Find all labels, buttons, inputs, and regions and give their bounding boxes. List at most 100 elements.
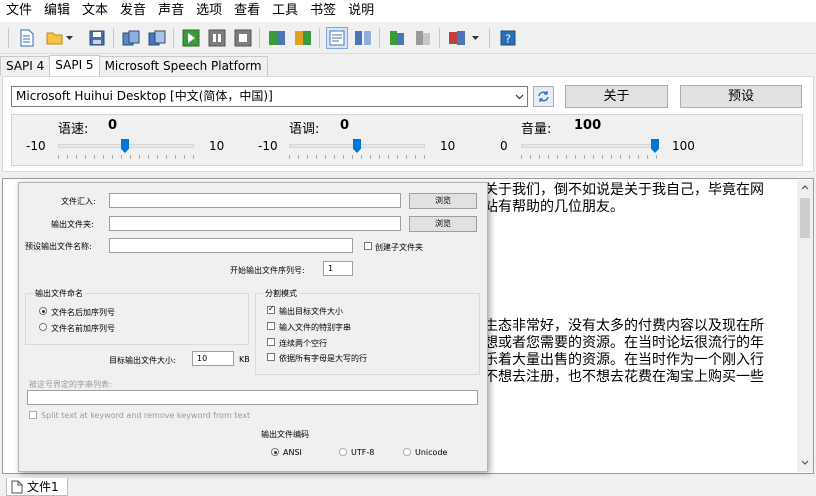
text-options-icon[interactable] [326, 27, 348, 49]
tab-sapi4[interactable]: SAPI 4 [0, 56, 51, 76]
naming-radio-prefix[interactable] [39, 323, 47, 331]
menu-item[interactable]: 发音 [114, 0, 152, 22]
toolbar-separator [379, 28, 380, 48]
text-line: 生态非常好，没有太多的付费内容以及现在所 [484, 318, 764, 334]
toolbar-separator [319, 28, 320, 48]
scrollbar-thumb[interactable] [800, 198, 810, 238]
naming-group [25, 293, 249, 345]
about-button[interactable]: 关于 [565, 85, 668, 108]
pause-icon[interactable] [206, 27, 228, 49]
file-tab-label: 文件1 [27, 480, 59, 494]
voice-dropdown[interactable]: Microsoft Huihui Desktop [中文(简体，中国)] [11, 86, 528, 107]
menu-item[interactable]: 声音 [152, 0, 190, 22]
menu-item[interactable]: 书签 [304, 0, 342, 22]
encoding-ansi-label: ANSI [283, 448, 302, 457]
output-folder-input[interactable] [109, 216, 401, 231]
voice-settings-icon[interactable] [266, 27, 288, 49]
default-name-input[interactable] [109, 238, 353, 253]
bookmark-list-icon[interactable] [412, 27, 434, 49]
speak-to-file-icon[interactable] [120, 27, 142, 49]
volume-slider[interactable] [521, 144, 659, 148]
open-dropdown-icon[interactable] [64, 27, 74, 49]
scroll-up-icon[interactable] [801, 184, 809, 190]
tab-sapi5[interactable]: SAPI 5 [49, 55, 100, 76]
rate-ticks [58, 155, 195, 159]
text-line: 站有帮助的几位朋友。 [484, 199, 624, 215]
scroll-down-icon[interactable] [801, 460, 809, 466]
menu-bar: 文件 编辑 文本 发音 声音 选项 查看 工具 书签 说明 [0, 0, 816, 22]
volume-ticks [521, 155, 660, 159]
target-size-unit: KB [239, 355, 250, 364]
menu-item[interactable]: 文本 [76, 0, 114, 22]
pronunciation-icon[interactable] [292, 27, 314, 49]
target-size-label: 目标输出文件大小: [109, 356, 176, 365]
split-uppercase-checkbox[interactable] [267, 353, 275, 361]
rate-label: 语速: [58, 122, 89, 137]
menu-item[interactable]: 文件 [0, 0, 38, 22]
create-subfolder-checkbox[interactable] [364, 242, 372, 250]
menu-item[interactable]: 查看 [228, 0, 266, 22]
naming-radio-suffix[interactable] [39, 307, 47, 315]
refresh-icon [538, 91, 549, 102]
volume-min: 0 [500, 139, 508, 153]
toolbar: ? [0, 22, 816, 54]
start-seq-input[interactable]: 1 [323, 261, 353, 276]
split-size-checkbox[interactable] [267, 304, 275, 314]
preset-button[interactable]: 预设 [680, 85, 802, 108]
save-icon[interactable] [86, 27, 108, 49]
tools-dropdown-icon[interactable] [470, 27, 480, 49]
volume-max: 100 [672, 139, 695, 153]
encoding-radio-unicode[interactable] [403, 448, 411, 456]
text-line: 乐着大量出售的资源。在当时作为一个刚入行 [484, 352, 764, 368]
encoding-radio-ansi[interactable] [271, 448, 279, 456]
toolbar-separator [113, 28, 114, 48]
bookmark-icon[interactable] [386, 27, 408, 49]
naming-option-suffix: 文件名后加序列号 [51, 308, 115, 317]
encoding-unicode-label: Unicode [415, 448, 448, 457]
toolbar-separator [8, 28, 9, 48]
text-line: 想或者您需要的资源。在当时论坛很流行的年 [484, 335, 764, 351]
toolbar-separator [259, 28, 260, 48]
split-keyword-checkbox[interactable] [29, 411, 37, 419]
menu-item[interactable]: 说明 [342, 0, 380, 22]
browse-import-button[interactable]: 浏览 [409, 193, 477, 209]
tab-speech-platform[interactable]: Microsoft Speech Platform [98, 56, 268, 76]
file-tab[interactable]: 文件1 [6, 478, 68, 496]
menu-item[interactable]: 工具 [266, 0, 304, 22]
split-blank-lines-checkbox[interactable] [267, 338, 275, 346]
split-string-checkbox[interactable] [267, 322, 275, 330]
menu-item[interactable]: 编辑 [38, 0, 76, 22]
open-folder-icon[interactable] [44, 27, 66, 49]
split-blank-lines-label: 连续两个空行 [279, 339, 327, 348]
refresh-voices-button[interactable] [533, 86, 554, 107]
chevron-down-icon [515, 94, 524, 100]
split-mode-title: 分割模式 [263, 288, 299, 299]
default-name-label: 预设输出文件名称: [25, 242, 92, 251]
pitch-ticks [289, 155, 426, 159]
help-icon[interactable]: ? [497, 27, 519, 49]
stop-icon[interactable] [232, 27, 254, 49]
pitch-max: 10 [440, 139, 456, 153]
batch-convert-icon[interactable] [146, 27, 168, 49]
volume-label: 音量: [521, 122, 552, 137]
import-file-input[interactable] [109, 193, 401, 208]
split-size-label: 输出目标文件大小 [279, 307, 343, 316]
target-size-input[interactable]: 10 [192, 351, 234, 366]
keyword-list-input[interactable] [27, 390, 478, 405]
menu-item[interactable]: 选项 [190, 0, 228, 22]
browse-output-button[interactable]: 浏览 [409, 216, 477, 232]
encoding-radio-utf8[interactable] [339, 448, 347, 456]
play-icon[interactable] [180, 27, 202, 49]
new-file-icon[interactable] [16, 27, 38, 49]
voice-dropdown-value: Microsoft Huihui Desktop [中文(简体，中国)] [16, 89, 273, 103]
batch-output-dialog: 文件汇入: 浏览 输出文件夹: 浏览 预设输出文件名称: 创建子文件夹 开始输出… [18, 182, 488, 472]
voice-compare-icon[interactable] [352, 27, 374, 49]
rate-value: 0 [108, 118, 118, 133]
toolbar-separator [173, 28, 174, 48]
split-uppercase-label: 依据所有字母是大写的行 [279, 354, 367, 363]
toolbar-separator [489, 28, 490, 48]
svg-text:?: ? [505, 33, 511, 46]
naming-group-title: 输出文件命名 [33, 288, 85, 299]
output-folder-label: 输出文件夹: [51, 220, 94, 229]
tools-icon[interactable] [446, 27, 468, 49]
